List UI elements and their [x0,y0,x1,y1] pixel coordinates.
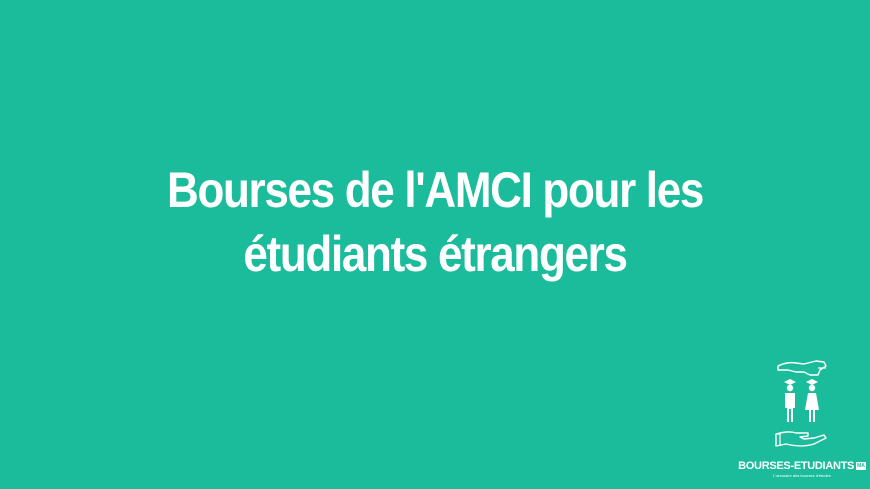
site-logo: BOURSES-ETUDIANTS MA L'annuaire des bour… [738,358,866,486]
banner-background: Bourses de l'AMCI pour les étudiants étr… [0,0,870,489]
logo-tagline: L'annuaire des bourses d'études [773,473,831,478]
title-line-2: étudiants étrangers [243,226,628,282]
hands-holding-graduates-icon [775,360,827,447]
title-line-1: Bourses de l'AMCI pour les [166,162,704,218]
page-title: Bourses de l'AMCI pour les étudiants étr… [52,158,818,286]
logo-wordmark-text: BOURSES-ETUDIANTS [738,460,855,472]
logo-country-badge: MA [856,462,866,470]
logo-wordmark: BOURSES-ETUDIANTS MA [738,459,866,473]
